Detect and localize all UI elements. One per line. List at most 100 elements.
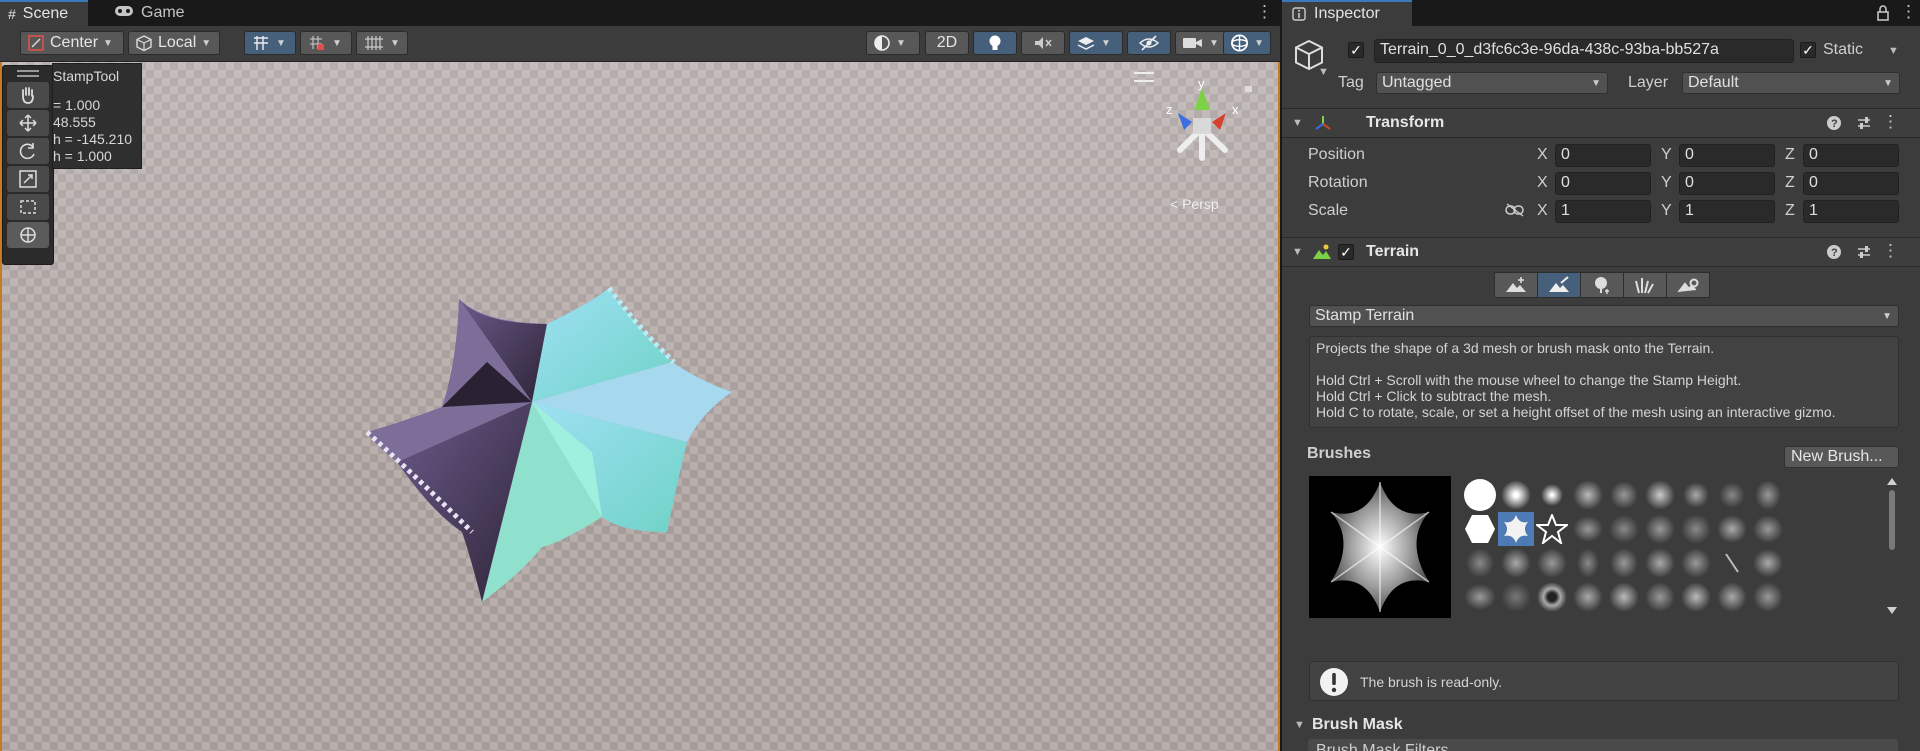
brush-noise-13[interactable]: [1462, 546, 1498, 580]
brush-noise-20[interactable]: [1750, 546, 1786, 580]
scale-y-field[interactable]: 1: [1679, 200, 1775, 223]
brush-noise-16[interactable]: [1570, 546, 1606, 580]
brush-noise-14[interactable]: [1498, 546, 1534, 580]
audio-toggle[interactable]: [1021, 31, 1065, 55]
tab-scene[interactable]: # Scene: [0, 0, 88, 26]
gizmos-dropdown[interactable]: ▼: [1223, 31, 1271, 55]
transform-header[interactable]: ▼ Transform ? ⋮: [1282, 108, 1920, 138]
paint-details-button[interactable]: [1623, 272, 1667, 298]
brush-noise-29[interactable]: [1750, 580, 1786, 614]
brush-noise-17[interactable]: [1606, 546, 1642, 580]
object-active-checkbox[interactable]: ✓: [1348, 42, 1364, 58]
terrain-enabled-checkbox[interactable]: ✓: [1338, 244, 1354, 260]
brush-noise-25[interactable]: [1606, 580, 1642, 614]
object-name-field[interactable]: Terrain_0_0_d3fc6c3e-96da-438c-93ba-bb52…: [1374, 39, 1794, 63]
handle-space-dropdown[interactable]: Local ▼: [128, 31, 220, 55]
position-x-field[interactable]: 0: [1555, 144, 1651, 167]
brush-noise-12[interactable]: [1750, 512, 1786, 546]
brush-circle-soft[interactable]: [1498, 478, 1534, 512]
brush-noise-7[interactable]: [1570, 512, 1606, 546]
brush-circle-hard[interactable]: [1462, 478, 1498, 512]
rotate-tool[interactable]: [7, 138, 49, 164]
brush-circle-small[interactable]: [1534, 478, 1570, 512]
brush-noise-2[interactable]: [1606, 478, 1642, 512]
lock-icon[interactable]: [1876, 5, 1890, 21]
rotation-z-field[interactable]: 0: [1803, 172, 1899, 195]
position-y-field[interactable]: 0: [1679, 144, 1775, 167]
drag-handle[interactable]: [3, 66, 53, 80]
layer-dropdown[interactable]: Default ▼: [1682, 72, 1900, 94]
brush-noise-11[interactable]: [1714, 512, 1750, 546]
grid-snapping-toggle[interactable]: ▼: [244, 31, 296, 55]
brush-noise-27[interactable]: [1678, 580, 1714, 614]
paint-terrain-button[interactable]: [1537, 272, 1581, 298]
brush-noise-8[interactable]: [1606, 512, 1642, 546]
brush-noise-18[interactable]: [1642, 546, 1678, 580]
rotation-y-field[interactable]: 0: [1679, 172, 1775, 195]
brush-noise-5[interactable]: [1714, 478, 1750, 512]
brush-noise-10[interactable]: [1678, 512, 1714, 546]
constrain-proportions-link-icon[interactable]: [1505, 203, 1525, 217]
lighting-toggle[interactable]: [973, 31, 1017, 55]
brush-noise-15[interactable]: [1534, 546, 1570, 580]
component-menu-kebab-icon[interactable]: ⋮: [1882, 241, 1899, 261]
position-z-field[interactable]: 0: [1803, 144, 1899, 167]
static-dropdown-chevron-icon[interactable]: ▼: [1888, 45, 1899, 57]
brush-noise-21[interactable]: [1462, 580, 1498, 614]
tab-game[interactable]: Game: [114, 0, 185, 26]
scene-viewport[interactable]: [0, 62, 1280, 751]
static-checkbox[interactable]: ✓: [1800, 42, 1816, 58]
brush-noise-3[interactable]: [1642, 478, 1678, 512]
tag-dropdown[interactable]: Untagged ▼: [1376, 72, 1608, 94]
scale-x-field[interactable]: 1: [1555, 200, 1651, 223]
grid-visibility-toggle[interactable]: ▼: [356, 31, 408, 55]
increment-snap-toggle[interactable]: ▼: [300, 31, 352, 55]
brush-grid-scrollbar[interactable]: [1886, 476, 1898, 616]
scale-z-field[interactable]: 1: [1803, 200, 1899, 223]
brush-noise-22[interactable]: [1498, 580, 1534, 614]
hand-tool[interactable]: [7, 82, 49, 108]
preset-sliders-icon[interactable]: [1856, 115, 1872, 131]
brush-noise-19[interactable]: [1678, 546, 1714, 580]
brush-star-outline[interactable]: [1534, 512, 1570, 546]
brush-noise-1[interactable]: [1570, 478, 1606, 512]
orientation-gizmo[interactable]: y z x: [1150, 78, 1255, 178]
brush-noise-6[interactable]: [1750, 478, 1786, 512]
terrain-header[interactable]: ▼ ✓ Terrain ? ⋮: [1282, 237, 1920, 267]
scene-visibility-toggle[interactable]: [1127, 31, 1171, 55]
pivot-mode-dropdown[interactable]: Center ▼: [20, 31, 124, 55]
help-icon[interactable]: ?: [1826, 244, 1842, 260]
draw-mode-dropdown[interactable]: ▼: [866, 31, 920, 55]
inspector-menu-kebab-icon[interactable]: ⋮: [1900, 2, 1917, 22]
chevron-down-icon[interactable]: ▼: [1318, 66, 1329, 78]
paint-trees-button[interactable]: [1580, 272, 1624, 298]
projection-label[interactable]: < Persp: [1170, 196, 1219, 212]
brush-noise-24[interactable]: [1570, 580, 1606, 614]
mode-2d-toggle[interactable]: 2D: [925, 31, 969, 55]
brush-noise-26[interactable]: [1642, 580, 1678, 614]
brush-star-6-selected[interactable]: [1498, 512, 1534, 546]
brush-mask-header[interactable]: ▼ Brush Mask: [1282, 713, 1902, 737]
terrain-settings-button[interactable]: [1666, 272, 1710, 298]
scale-tool[interactable]: [7, 166, 49, 192]
rotation-x-field[interactable]: 0: [1555, 172, 1651, 195]
tab-inspector[interactable]: Inspector: [1282, 0, 1412, 26]
brush-noise-9[interactable]: [1642, 512, 1678, 546]
terrain-tool-dropdown[interactable]: Stamp Terrain ▼: [1309, 305, 1899, 327]
effects-dropdown[interactable]: ▼: [1069, 31, 1123, 55]
brush-noise-4[interactable]: [1678, 478, 1714, 512]
brush-hexagon[interactable]: [1462, 512, 1498, 546]
view-options-handle[interactable]: [1134, 72, 1154, 82]
brush-streak[interactable]: [1714, 546, 1750, 580]
help-icon[interactable]: ?: [1826, 115, 1842, 131]
move-tool[interactable]: [7, 110, 49, 136]
brush-mask-filters-header[interactable]: Brush Mask Filters: [1308, 739, 1898, 751]
scene-camera-dropdown[interactable]: ▼: [1175, 31, 1227, 55]
transform-tool[interactable]: [7, 222, 49, 248]
scene-menu-kebab-icon[interactable]: ⋮: [1256, 2, 1273, 22]
component-menu-kebab-icon[interactable]: ⋮: [1882, 112, 1899, 132]
rect-tool[interactable]: [7, 194, 49, 220]
new-brush-button[interactable]: New Brush...: [1784, 446, 1899, 468]
brush-noise-23[interactable]: [1534, 580, 1570, 614]
preset-sliders-icon[interactable]: [1856, 244, 1872, 260]
